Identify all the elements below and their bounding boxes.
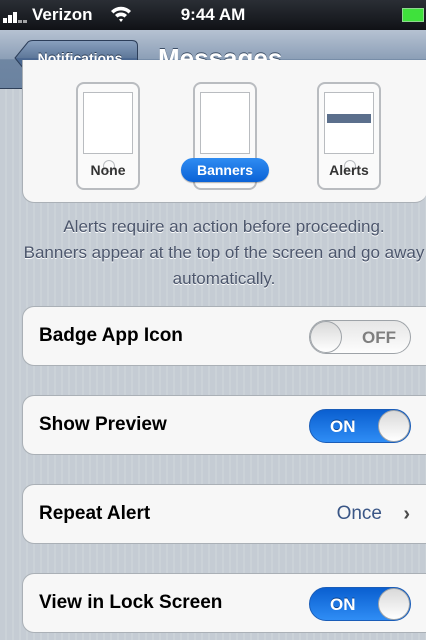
alert-style-banners[interactable]: Banners <box>160 60 290 200</box>
view-in-lock-screen-row: View in Lock Screen ON <box>22 573 426 633</box>
repeat-alert-row[interactable]: Repeat Alert Once › <box>22 484 426 544</box>
row-label: Show Preview <box>39 414 167 435</box>
alert-style-label: Alerts <box>329 162 369 178</box>
row-label: View in Lock Screen <box>39 592 223 613</box>
battery-icon <box>402 8 424 22</box>
alert-style-none[interactable]: None <box>43 60 173 200</box>
toggle-knob <box>378 410 410 442</box>
alert-style-label-selected: Banners <box>180 158 270 182</box>
row-label: Badge App Icon <box>39 325 183 346</box>
toggle-state: ON <box>330 417 356 436</box>
clock-time: 9:44 AM <box>180 5 246 24</box>
toggle-state: ON <box>330 595 356 614</box>
status-bar: Verizon 9:44 AM <box>0 0 426 30</box>
alert-style-description: Alerts require an action before proceedi… <box>22 214 426 292</box>
badge-app-icon-toggle[interactable]: OFF <box>309 320 411 354</box>
alert-style-label: None <box>90 162 126 178</box>
row-label: Repeat Alert <box>39 503 151 524</box>
repeat-alert-value: Once <box>336 503 382 524</box>
view-in-lock-screen-toggle[interactable]: ON <box>309 587 411 621</box>
chevron-right-icon: › <box>403 503 410 525</box>
toggle-state: OFF <box>362 328 396 347</box>
description-line-alerts: Alerts require an action before proceedi… <box>63 217 385 236</box>
toggle-knob <box>310 321 342 353</box>
show-preview-toggle[interactable]: ON <box>309 409 411 443</box>
toggle-knob <box>378 588 410 620</box>
badge-app-icon-row: Badge App Icon OFF <box>22 306 426 366</box>
alert-style-alerts[interactable]: Alerts <box>284 60 414 200</box>
alert-style-panel: None Banners Alerts <box>22 60 426 203</box>
show-preview-row: Show Preview ON <box>22 395 426 455</box>
description-line-banners: Banners appear at the top of the screen … <box>23 243 425 288</box>
